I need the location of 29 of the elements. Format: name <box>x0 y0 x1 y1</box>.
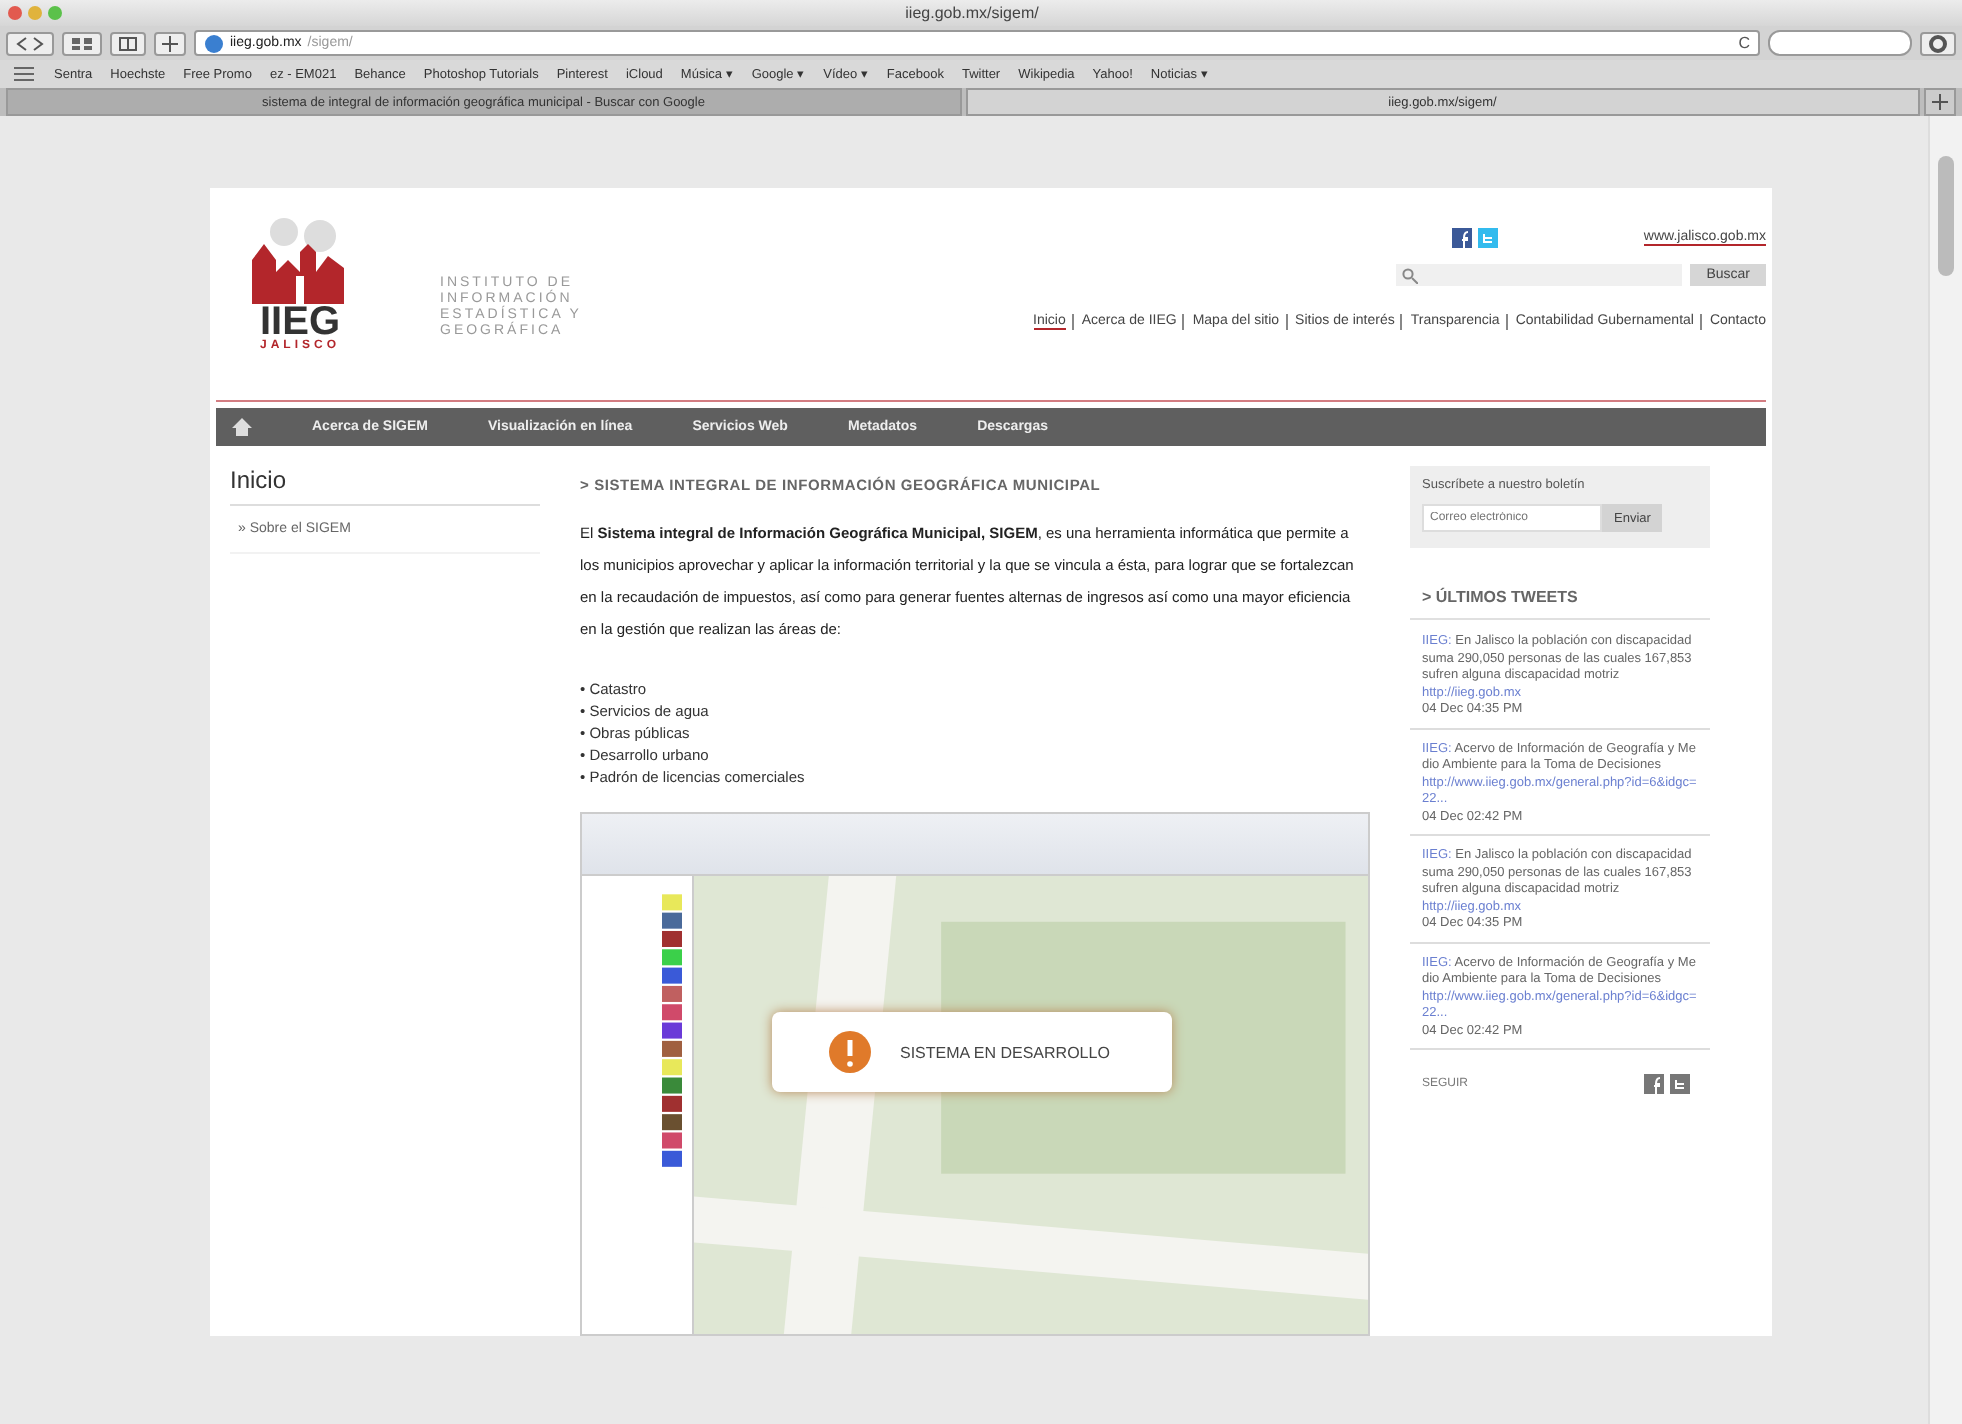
back-forward-icon <box>14 35 46 51</box>
grid-icon <box>70 35 94 51</box>
facebook-icon[interactable] <box>1644 1074 1664 1094</box>
book-icon <box>118 35 138 51</box>
warning-icon <box>828 1030 872 1074</box>
reader-button[interactable] <box>110 31 146 55</box>
globe-icon <box>204 33 224 53</box>
search-field[interactable] <box>1396 264 1683 286</box>
back-forward-button[interactable] <box>6 31 54 55</box>
new-tab-button[interactable] <box>1924 88 1956 116</box>
close-button[interactable] <box>8 6 22 20</box>
top-sites-button[interactable] <box>62 31 102 55</box>
home-icon[interactable] <box>232 418 252 436</box>
tweets-heading: > ÚLTIMOS TWEETS <box>1410 548 1710 620</box>
reload-button[interactable]: C <box>1738 34 1750 52</box>
settings-button[interactable] <box>1920 31 1956 55</box>
add-button[interactable] <box>154 31 186 55</box>
sidebar-title: Inicio <box>230 466 540 506</box>
scrollbar[interactable] <box>1928 116 1962 1424</box>
bookmarks-icon <box>12 66 36 82</box>
settings-icon <box>1928 33 1948 53</box>
twitter-icon[interactable] <box>1670 1074 1690 1094</box>
plus-icon <box>1932 94 1948 110</box>
notice-text: SISTEMA EN DESARROLLO <box>900 1043 1110 1061</box>
plus-icon <box>162 35 178 51</box>
search-icon <box>1402 267 1419 283</box>
search-field[interactable] <box>1768 30 1912 56</box>
facebook-icon[interactable] <box>1451 228 1472 248</box>
window-title: iieg.gob.mx/sigem/ <box>905 4 1041 22</box>
